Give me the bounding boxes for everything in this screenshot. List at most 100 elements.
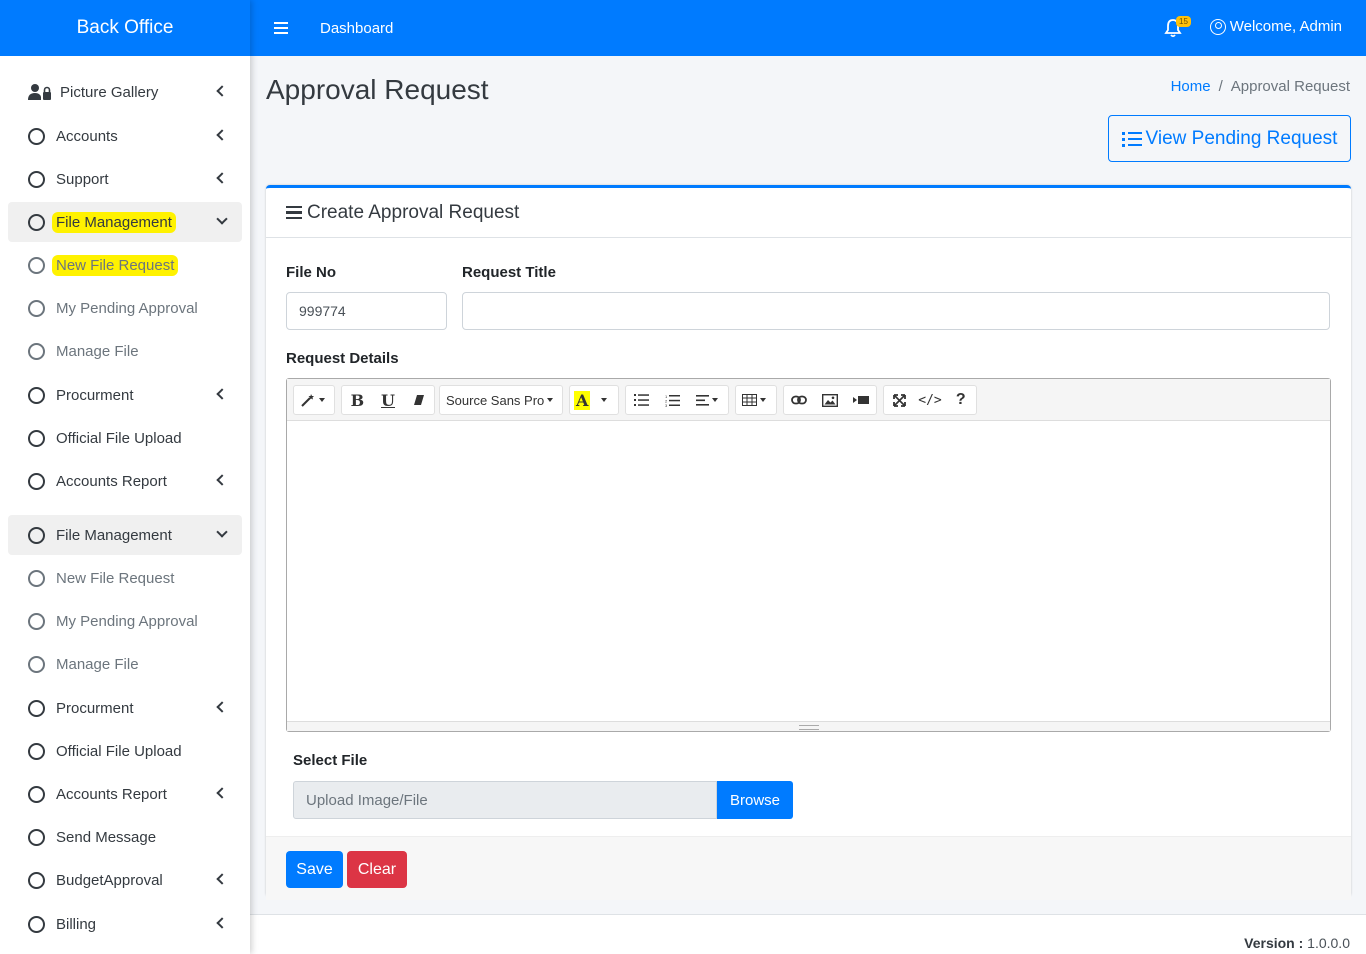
sidebar-item-my-pending-approval[interactable]: My Pending Approval [8, 288, 242, 328]
sidebar-item-manage-file[interactable]: Manage File [8, 331, 242, 371]
chevron-left-icon [216, 917, 228, 929]
circle-icon [28, 526, 45, 544]
toolbar-color-group: A [569, 385, 619, 415]
sidebar-item-label: Procurment [56, 386, 134, 404]
table-button[interactable] [736, 386, 772, 414]
save-button[interactable]: Save [286, 851, 343, 888]
underline-button[interactable]: U [373, 386, 404, 414]
request-title-input[interactable] [462, 292, 1330, 330]
hamburger-menu-icon[interactable] [274, 19, 288, 37]
sidebar-item-accounts-report[interactable]: Accounts Report [8, 461, 242, 501]
align-dropdown-button[interactable] [688, 386, 726, 414]
breadcrumb-home-link[interactable]: Home [1171, 78, 1211, 95]
insert-link-button[interactable] [784, 386, 815, 414]
insert-image-button[interactable] [815, 386, 846, 414]
file-no-input[interactable]: 999774 [286, 292, 447, 330]
file-no-label: File No [286, 264, 337, 281]
sidebar-item-label: Accounts Report [56, 785, 167, 803]
sidebar-item-manage-file-2[interactable]: Manage File [8, 644, 242, 684]
expand-icon [892, 393, 906, 407]
sidebar-item-label: Accounts [56, 127, 118, 145]
sidebar-item-procurment[interactable]: Procurment [8, 375, 242, 415]
breadcrumb-separator: / [1218, 78, 1223, 95]
version-info: Version : 1.0.0.0 [1244, 935, 1350, 951]
align-left-icon [696, 394, 709, 406]
toolbar-insert-group [783, 385, 877, 415]
bold-button[interactable]: B [342, 386, 373, 414]
user-circle-icon [1209, 18, 1226, 35]
users-lock-icon [28, 84, 51, 100]
code-view-button[interactable]: </> [915, 386, 946, 414]
circle-icon [28, 871, 45, 889]
unordered-list-button[interactable] [626, 386, 657, 414]
help-button[interactable]: ? [946, 386, 977, 414]
magic-style-button[interactable] [294, 386, 331, 414]
chevron-down-icon [216, 526, 228, 538]
eraser-button[interactable] [403, 386, 434, 414]
color-dropdown-button[interactable] [594, 386, 613, 414]
sidebar-item-label: Send Message [56, 828, 157, 846]
toolbar-font-group: Source Sans Pro [439, 385, 563, 415]
sidebar-item-send-message[interactable]: Send Message [8, 817, 242, 857]
brand-logo[interactable]: Back Office [0, 0, 250, 56]
sidebar-item-accounts-report-2[interactable]: Accounts Report [8, 774, 242, 814]
sidebar-item-label: Official File Upload [56, 429, 182, 447]
clear-button[interactable]: Clear [347, 851, 407, 888]
circle-icon [28, 342, 45, 360]
sidebar-item-new-file-request[interactable]: New File Request [8, 245, 242, 285]
sidebar-item-official-file-upload[interactable]: Official File Upload [8, 418, 242, 458]
notification-badge: 15 [1176, 16, 1191, 27]
magic-wand-icon [301, 394, 314, 407]
sidebar-item-new-file-request-2[interactable]: New File Request [8, 558, 242, 598]
dashboard-link[interactable]: Dashboard [320, 20, 393, 37]
sidebar: Back Office Picture Gallery Accounts Sup… [0, 0, 250, 954]
sidebar-item-accounts[interactable]: Accounts [8, 116, 242, 156]
sidebar-item-label: Accounts Report [56, 472, 167, 490]
sidebar-item-label: File Management [56, 526, 172, 544]
insert-video-button[interactable] [845, 386, 876, 414]
welcome-text: Welcome, Admin [1229, 18, 1342, 35]
video-icon [852, 396, 869, 404]
circle-icon [28, 828, 45, 846]
browse-button[interactable]: Browse [717, 781, 793, 819]
sidebar-item-picture-gallery[interactable]: Picture Gallery [8, 72, 242, 112]
chevron-left-icon [216, 129, 228, 141]
chevron-down-icon [216, 213, 228, 225]
link-icon [791, 395, 808, 405]
file-upload-input[interactable]: Upload Image/File [293, 781, 717, 819]
sidebar-item-label: Manage File [56, 342, 139, 360]
sidebar-item-my-pending-approval-2[interactable]: My Pending Approval [8, 601, 242, 641]
circle-icon [28, 612, 45, 630]
sidebar-item-label: Support [56, 170, 109, 188]
sidebar-item-support[interactable]: Support [8, 159, 242, 199]
sidebar-item-billing[interactable]: Billing [8, 904, 242, 944]
circle-icon [28, 569, 45, 587]
fullscreen-button[interactable] [884, 386, 915, 414]
page-title: Approval Request [266, 74, 489, 105]
sidebar-item-file-management[interactable]: File Management [8, 202, 242, 242]
sidebar-item-official-file-upload-2[interactable]: Official File Upload [8, 731, 242, 771]
sidebar-item-file-management-2[interactable]: File Management [8, 515, 242, 555]
user-menu[interactable]: Welcome, Admin [1209, 18, 1342, 35]
view-pending-request-button[interactable]: View Pending Request [1108, 115, 1351, 162]
editor-toolbar: B U Source Sans Pro A 1 2 3 </> ? [287, 379, 1330, 421]
sidebar-item-procurment-2[interactable]: Procurment [8, 688, 242, 728]
card-header: Create Approval Request [266, 188, 1351, 238]
editor-content-area[interactable] [287, 421, 1330, 721]
sidebar-item-label: File Management [52, 211, 176, 233]
ordered-list-button[interactable]: 1 2 3 [657, 386, 688, 414]
circle-icon [28, 655, 45, 673]
toolbar-format-group: B U [341, 385, 435, 415]
circle-icon [28, 299, 45, 317]
table-icon [742, 394, 757, 406]
request-title-label: Request Title [462, 264, 556, 281]
select-file-label: Select File [293, 752, 368, 769]
sidebar-item-budget-approval[interactable]: BudgetApproval [8, 860, 242, 900]
circle-icon [28, 742, 45, 760]
sidebar-item-label: Manage File [56, 655, 139, 673]
version-value: 1.0.0.0 [1307, 935, 1350, 951]
font-family-select[interactable]: Source Sans Pro [440, 386, 559, 414]
circle-icon [28, 213, 45, 231]
editor-resize-handle[interactable] [287, 721, 1330, 731]
font-color-button[interactable]: A [570, 386, 594, 414]
